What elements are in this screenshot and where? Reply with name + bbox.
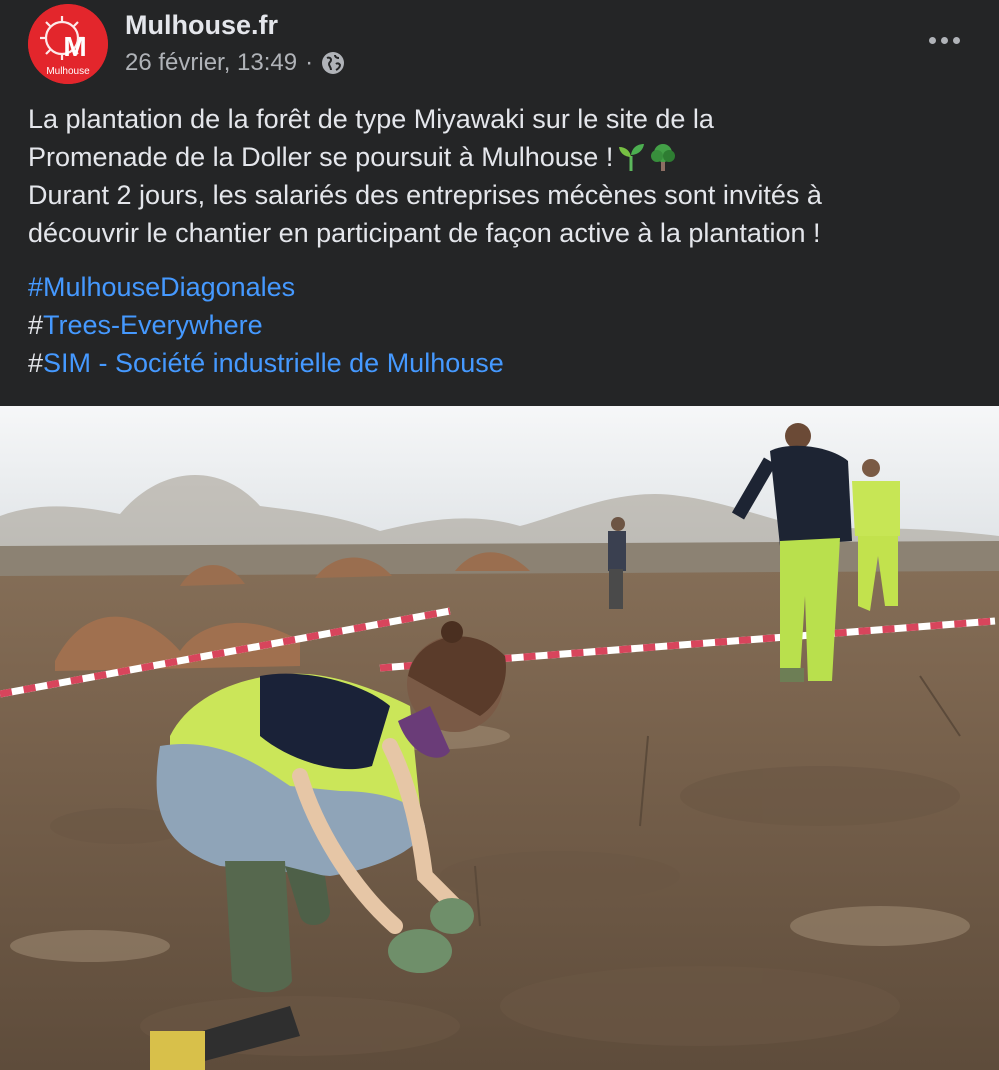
logo-caption: Mulhouse (46, 66, 90, 77)
hashtag-text: Trees-Everywhere (43, 310, 263, 340)
post-photo[interactable] (0, 406, 999, 1070)
seedling-icon (617, 142, 645, 172)
more-options-dot (940, 36, 948, 44)
hash-prefix: # (28, 348, 44, 378)
hashtag-text: #MulhouseDiagonales (28, 272, 296, 302)
post-text-line: Durant 2 jours, les salariés des entrepr… (28, 180, 822, 210)
post-text-segment: Promenade de la Doller se poursuit à Mul… (28, 142, 614, 172)
post-header: M Mulhouse Mulhouse.fr 26 février, 13:49… (28, 4, 978, 88)
more-options-dot (952, 36, 960, 44)
mulhouse-logo-icon: M Mulhouse (28, 4, 108, 84)
globe-icon[interactable] (321, 51, 345, 75)
post-text-line: Promenade de la Doller se poursuit à Mul… (28, 138, 978, 176)
tree-planting-photo (0, 406, 999, 1070)
page-tag-link-sim[interactable]: #SIM - Société industrielle de Mulhouse (28, 344, 504, 382)
hashtag-list: #MulhouseDiagonales #Trees-Everywhere #S… (28, 268, 504, 382)
hashtag-link-mulhousediagonales[interactable]: #MulhouseDiagonales (28, 268, 504, 306)
hashtag-text: SIM - Société industrielle de Mulhouse (43, 348, 504, 378)
tree-icon (649, 142, 677, 172)
page-name-link[interactable]: Mulhouse.fr (125, 10, 278, 41)
post-meta: 26 février, 13:49 · (125, 49, 345, 77)
meta-separator: · (305, 49, 314, 76)
more-options-dot (928, 36, 936, 44)
logo-letter: M (63, 31, 86, 62)
post-text-line: La plantation de la forêt de type Miyawa… (28, 104, 714, 134)
post-text-line: découvrir le chantier en participant de … (28, 218, 821, 248)
more-options-button[interactable] (922, 26, 966, 54)
hash-prefix: # (28, 310, 44, 340)
page-tag-link-trees-everywhere[interactable]: #Trees-Everywhere (28, 306, 504, 344)
post-timestamp[interactable]: 26 février, 13:49 (125, 49, 297, 77)
post-message: La plantation de la forêt de type Miyawa… (28, 100, 978, 252)
avatar[interactable]: M Mulhouse (28, 4, 108, 84)
